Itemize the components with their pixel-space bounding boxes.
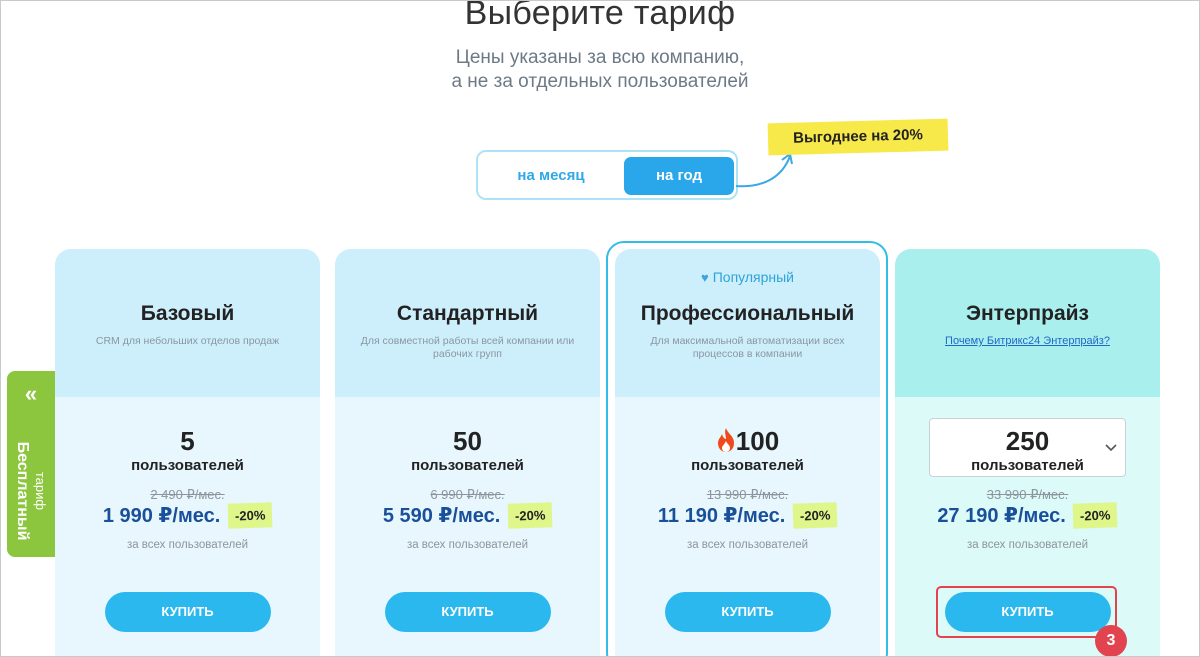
users-count-dropdown[interactable] bbox=[929, 418, 1126, 477]
old-price: 13 990 ₽/мес. bbox=[706, 487, 789, 502]
buy-button-basic[interactable]: КУПИТЬ bbox=[104, 592, 271, 632]
chevron-down-icon bbox=[1105, 439, 1117, 455]
toggle-monthly[interactable]: на месяц bbox=[484, 157, 618, 195]
price: 11 190 ₽/мес. bbox=[657, 505, 786, 527]
tutorial-step-badge: 3 bbox=[1095, 625, 1127, 657]
curved-arrow-icon bbox=[735, 152, 793, 188]
buy-button-standard[interactable]: КУПИТЬ bbox=[384, 592, 551, 632]
plan-card-professional: ♥ Популярный Профессиональный Для максима… bbox=[615, 249, 880, 657]
free-plan-big-label: Бесплатный bbox=[14, 441, 31, 541]
free-plan-label: тариф Бесплатный bbox=[13, 416, 49, 566]
old-price: 33 990 ₽/мес. bbox=[986, 487, 1069, 502]
discount-badge: -20% bbox=[227, 502, 273, 529]
fire-icon bbox=[717, 428, 734, 452]
heart-icon: ♥ bbox=[701, 270, 709, 285]
plan-description: Для совместной работы всей компании или … bbox=[360, 335, 575, 360]
free-plan-small-label: тариф bbox=[33, 471, 48, 511]
popular-label: Популярный bbox=[712, 269, 794, 285]
subtitle-line-1: Цены указаны за всю компанию, bbox=[455, 47, 745, 68]
buy-button-professional[interactable]: КУПИТЬ bbox=[664, 592, 831, 632]
price-note: за всех пользователей bbox=[966, 539, 1089, 551]
price-note: за всех пользователей bbox=[686, 539, 809, 551]
page-title: Выберите тариф bbox=[464, 0, 736, 32]
double-chevron-left-icon: « bbox=[24, 381, 38, 406]
users-label: пользователей bbox=[411, 457, 524, 474]
plan-card-enterprise: Энтерпрайз Почему Битрикс24 Энтерпрайз? … bbox=[895, 249, 1160, 657]
price: 5 590 ₽/мес. bbox=[382, 505, 501, 527]
buy-button-enterprise[interactable]: КУПИТЬ bbox=[944, 592, 1111, 632]
plan-name: Профессиональный bbox=[640, 302, 855, 325]
users-count: 100 bbox=[735, 426, 780, 456]
plan-card-header: ♥ Популярный Профессиональный Для максима… bbox=[615, 249, 880, 397]
plan-card-header: Стандартный Для совместной работы всей к… bbox=[335, 249, 600, 397]
users-count-row: 100 bbox=[615, 426, 880, 457]
free-plan-side-tab[interactable]: « тариф Бесплатный bbox=[7, 371, 55, 557]
plan-name: Энтерпрайз bbox=[966, 302, 1089, 325]
discount-badge: -20% bbox=[1072, 502, 1119, 529]
plan-card-standard: Стандартный Для совместной работы всей к… bbox=[335, 249, 600, 657]
plan-name: Базовый bbox=[140, 302, 235, 325]
price-row: 11 190 ₽/мес. -20% bbox=[615, 502, 880, 529]
price-note: за всех пользователей bbox=[406, 539, 529, 551]
price-row: 1 990 ₽/мес. -20% bbox=[55, 502, 320, 529]
price: 27 190 ₽/мес. bbox=[937, 505, 1066, 527]
discount-badge: -20% bbox=[507, 502, 553, 529]
plan-description: Для максимальной автоматизации всех проц… bbox=[650, 335, 845, 360]
plan-card-header: Энтерпрайз Почему Битрикс24 Энтерпрайз? bbox=[895, 249, 1160, 397]
billing-period-toggle: на месяц на год bbox=[476, 150, 738, 200]
price-note: за всех пользователей bbox=[126, 539, 249, 551]
plan-name: Стандартный bbox=[396, 302, 539, 325]
subtitle-line-2: а не за отдельных пользователей bbox=[451, 71, 749, 92]
old-price: 6 990 ₽/мес. bbox=[430, 487, 505, 502]
price: 1 990 ₽/мес. bbox=[102, 505, 221, 527]
price-row: 5 590 ₽/мес. -20% bbox=[335, 502, 600, 529]
page-subtitle: Цены указаны за всю компанию, а не за от… bbox=[0, 46, 1200, 94]
popular-badge: ♥ Популярный bbox=[615, 269, 880, 285]
users-label: пользователей bbox=[131, 457, 244, 474]
discount-badge: -20% bbox=[792, 502, 838, 529]
plan-card-basic: Базовый CRM для небольших отделов продаж… bbox=[55, 249, 320, 657]
plan-description: CRM для небольших отделов продаж bbox=[95, 335, 280, 347]
users-count: 50 bbox=[453, 426, 482, 456]
old-price: 2 490 ₽/мес. bbox=[150, 487, 225, 502]
toggle-yearly[interactable]: на год bbox=[624, 157, 734, 195]
users-count: 5 bbox=[180, 426, 195, 456]
enterprise-info-link[interactable]: Почему Битрикс24 Энтерпрайз? bbox=[895, 335, 1160, 347]
price-row: 27 190 ₽/мес. -20% bbox=[895, 502, 1160, 529]
plan-card-header: Базовый CRM для небольших отделов продаж bbox=[55, 249, 320, 397]
users-label: пользователей bbox=[691, 457, 804, 474]
yearly-discount-badge: Выгоднее на 20% bbox=[767, 118, 949, 156]
